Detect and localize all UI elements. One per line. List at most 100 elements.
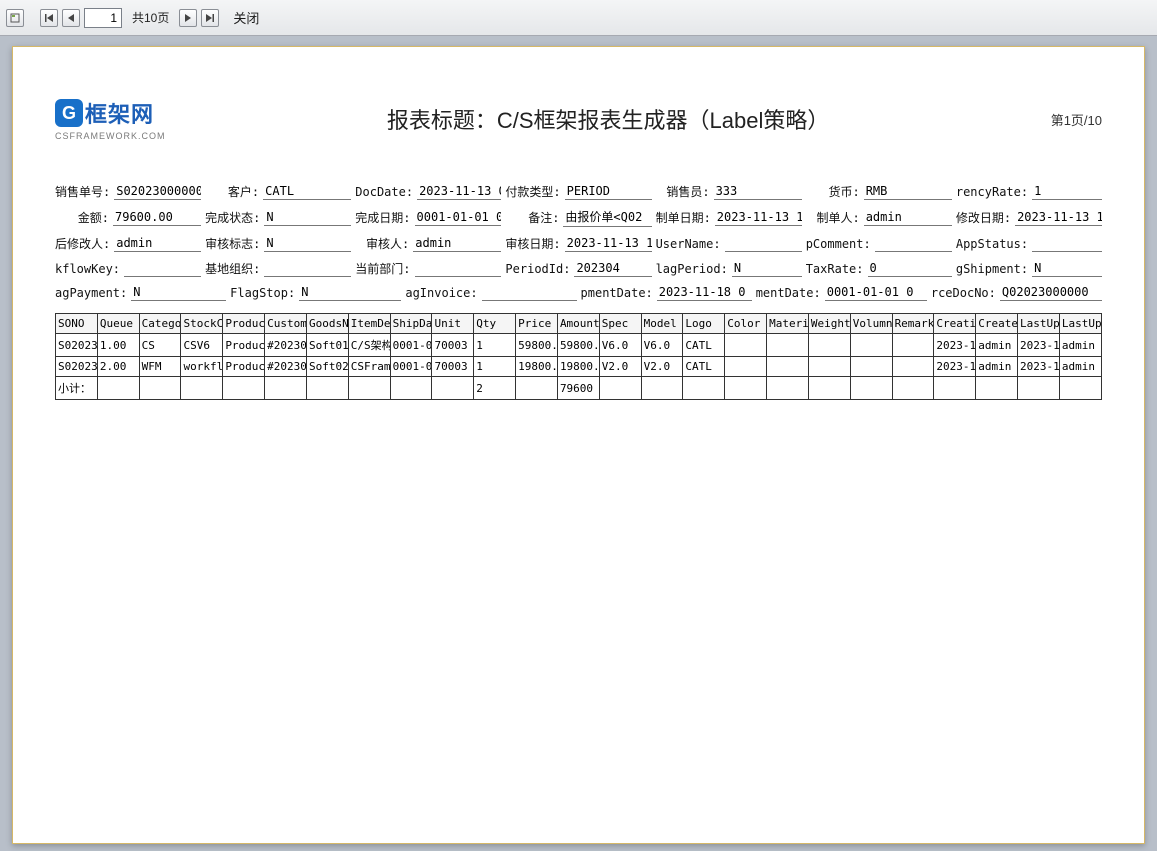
- table-cell: #20230: [265, 334, 307, 357]
- form-field: 完成状态:N: [205, 208, 351, 227]
- field-value: [1032, 236, 1102, 252]
- table-row: S020232.00WFMworkflProduc#20230Soft02CSF…: [56, 357, 1102, 377]
- field-value: 0001-01-01 0: [415, 210, 502, 226]
- field-label: rencyRate:: [956, 185, 1032, 199]
- table-header-cell: Logo: [683, 314, 725, 334]
- field-label: agPayment:: [55, 286, 131, 300]
- table-cell: 1: [474, 357, 516, 377]
- table-cell: [808, 334, 850, 357]
- table-header-cell: Creati: [934, 314, 976, 334]
- field-label: 修改日期:: [956, 209, 1015, 226]
- field-label: 完成日期:: [355, 209, 414, 226]
- form-field: 货币:RMB: [806, 183, 952, 200]
- last-page-button[interactable]: [201, 9, 219, 27]
- field-label: 审核日期:: [505, 235, 564, 252]
- field-value: 0: [868, 261, 952, 277]
- table-cell: [850, 357, 892, 377]
- export-button[interactable]: [6, 9, 24, 27]
- table-cell: [223, 377, 265, 400]
- form-field: gShipment:N: [956, 260, 1102, 277]
- table-cell: 小计：: [56, 377, 98, 400]
- table-cell: [306, 377, 348, 400]
- field-value: 由报价单<Q02: [563, 208, 651, 227]
- close-button[interactable]: 关闭: [233, 8, 259, 27]
- first-page-button[interactable]: [40, 9, 58, 27]
- data-table: SONOQueueCategoStockCProducCustomGoodsNI…: [55, 313, 1102, 400]
- form-field: 金额:79600.00: [55, 208, 201, 227]
- field-label: UserName:: [656, 237, 725, 251]
- table-cell: 2023-1: [1018, 334, 1060, 357]
- field-value: 2023-11-13 1: [715, 210, 802, 226]
- field-label: 当前部门:: [355, 260, 414, 277]
- table-cell: 19800.: [557, 357, 599, 377]
- page-input[interactable]: [84, 8, 122, 28]
- field-label: pComment:: [806, 237, 875, 251]
- table-cell: [390, 377, 432, 400]
- table-cell: 79600: [557, 377, 599, 400]
- page-total-label: 共10页: [126, 9, 175, 26]
- table-cell: [767, 357, 809, 377]
- form-field: lagPeriod:N: [656, 260, 802, 277]
- table-cell: Produc: [223, 357, 265, 377]
- field-label: 审核人:: [355, 235, 413, 252]
- field-value: 1: [1032, 184, 1102, 200]
- table-header-cell: Materi: [767, 314, 809, 334]
- table-cell: [1018, 377, 1060, 400]
- form-field: TaxRate:0: [806, 260, 952, 277]
- logo: G 框架网 CSFRAMEWORK.COM: [55, 97, 166, 141]
- table-cell: 1: [474, 334, 516, 357]
- table-header-cell: Model: [641, 314, 683, 334]
- field-label: lagPeriod:: [656, 262, 732, 276]
- table-header-cell: ShipDa: [390, 314, 432, 334]
- table-row: S020231.00CSCSV6Produc#20230Soft01C/S架构0…: [56, 334, 1102, 357]
- field-label: DocDate:: [355, 185, 417, 199]
- field-value: CATL: [263, 184, 351, 200]
- form-field: 当前部门:: [355, 260, 501, 277]
- table-cell: C/S架构: [348, 334, 390, 357]
- form-field: rencyRate:1: [956, 183, 1102, 200]
- field-value: [725, 236, 802, 252]
- table-cell: S02023: [56, 357, 98, 377]
- table-cell: [808, 377, 850, 400]
- form-field: 客户:CATL: [205, 183, 351, 200]
- next-page-button[interactable]: [179, 9, 197, 27]
- field-label: 备注:: [505, 209, 563, 226]
- form-field: rceDocNo:Q02023000000: [931, 285, 1102, 301]
- logo-brand: 框架网: [85, 97, 154, 129]
- field-value: admin: [413, 236, 501, 252]
- table-header-cell: LastUp: [1059, 314, 1101, 334]
- table-cell: [265, 377, 307, 400]
- table-cell: [725, 377, 767, 400]
- table-header-cell: Queue: [97, 314, 139, 334]
- field-label: FlagStop:: [230, 286, 299, 300]
- table-cell: [432, 377, 474, 400]
- table-cell: 59800.: [516, 334, 558, 357]
- field-value: N: [264, 210, 351, 226]
- table-header-cell: Color: [725, 314, 767, 334]
- field-value: 0001-01-01 0: [825, 285, 927, 301]
- prev-page-button[interactable]: [62, 9, 80, 27]
- table-cell: [516, 377, 558, 400]
- field-value: 2023-11-13 0: [417, 184, 501, 200]
- field-label: 完成状态:: [205, 209, 264, 226]
- table-cell: V6.0: [641, 334, 683, 357]
- form-field: 制单日期:2023-11-13 1: [656, 208, 802, 227]
- form-field: AppStatus:: [956, 235, 1102, 252]
- table-cell: 2023-1: [934, 357, 976, 377]
- logo-icon: G: [55, 99, 83, 127]
- field-label: TaxRate:: [806, 262, 868, 276]
- subtotal-row: 小计：279600: [56, 377, 1102, 400]
- field-value: N: [131, 285, 226, 301]
- form-field: 审核标志:N: [205, 235, 351, 252]
- table-cell: [641, 377, 683, 400]
- field-label: 货币:: [806, 183, 864, 200]
- field-value: 2023-11-18 0: [657, 285, 752, 301]
- table-cell: Soft01: [306, 334, 348, 357]
- table-header-row: SONOQueueCategoStockCProducCustomGoodsNI…: [56, 314, 1102, 334]
- table-header-cell: SONO: [56, 314, 98, 334]
- table-cell: V6.0: [599, 334, 641, 357]
- form-field: kflowKey:: [55, 260, 201, 277]
- form-field: pComment:: [806, 235, 952, 252]
- table-cell: [1059, 377, 1101, 400]
- table-cell: 1.00: [97, 334, 139, 357]
